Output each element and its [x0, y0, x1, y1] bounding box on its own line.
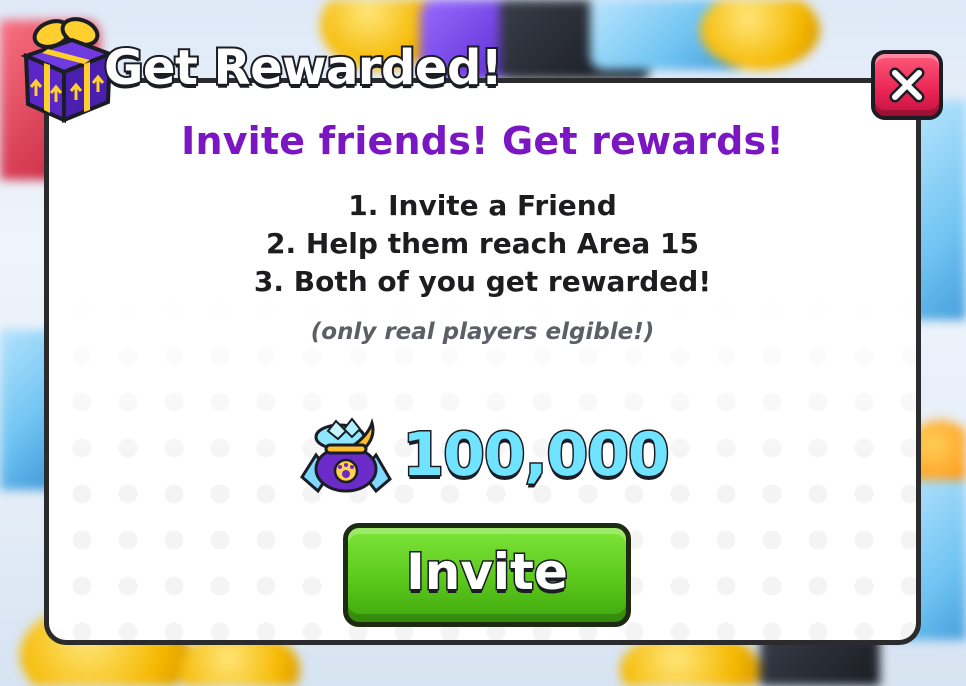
reward-display: 100,000: [49, 415, 916, 495]
step-item: 3. Both of you get rewarded!: [253, 265, 712, 298]
modal-headline: Invite friends! Get rewards!: [181, 119, 784, 163]
gift-box-icon: [18, 16, 116, 126]
step-item: 1. Invite a Friend: [348, 189, 617, 222]
diamond-bag-icon: [296, 415, 393, 495]
invite-button[interactable]: Invite: [343, 523, 631, 627]
step-item: 2. Help them reach Area 15: [266, 227, 699, 260]
close-icon: [889, 67, 925, 103]
eligibility-note: (only real players elgible!): [310, 319, 655, 345]
reward-amount: 100,000: [401, 420, 671, 490]
modal-title: Get Rewarded!: [102, 40, 505, 96]
reward-modal: Invite friends! Get rewards! 1. Invite a…: [44, 78, 921, 645]
close-button[interactable]: [871, 50, 943, 120]
invite-button-label: Invite: [405, 542, 570, 603]
steps-list: 1. Invite a Friend 2. Help them reach Ar…: [49, 187, 916, 301]
